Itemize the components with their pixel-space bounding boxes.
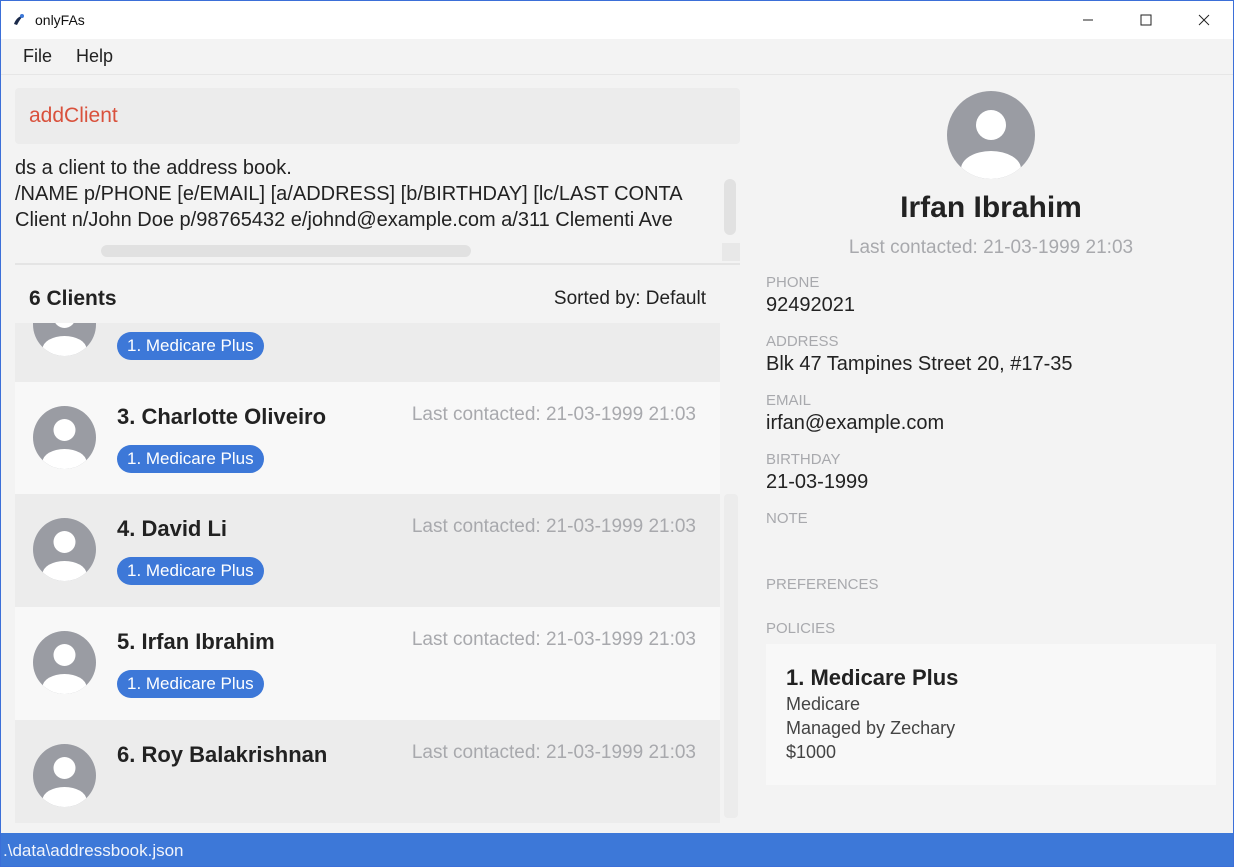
minimize-icon: [1083, 19, 1093, 21]
client-last-contacted: Last contacted: 21-03-1999 21:03: [411, 629, 696, 650]
result-line: Client n/John Doe p/98765432 e/johnd@exa…: [15, 209, 673, 231]
client-card[interactable]: 3. Charlotte Oliveiro Last contacted: 21…: [15, 382, 720, 495]
phone-value: 92492021: [766, 294, 855, 316]
client-list[interactable]: 1. Medicare Plus 3. Charlotte Oliveiro L…: [15, 323, 720, 823]
birthday-label: BIRTHDAY: [766, 451, 841, 468]
status-bar: .\data\addressbook.json: [1, 833, 1233, 866]
address-label: ADDRESS: [766, 333, 839, 350]
result-vertical-scrollbar[interactable]: [724, 179, 736, 235]
client-list-header: 6 Clients Sorted by: Default: [15, 277, 720, 321]
data-file-path: .\data\addressbook.json: [3, 840, 184, 860]
client-card[interactable]: 1. Medicare Plus: [15, 323, 720, 382]
app-logo-icon: [14, 14, 24, 25]
client-name: 4. David Li: [117, 516, 228, 541]
policy-tag: 1. Medicare Plus: [117, 670, 264, 698]
avatar: [33, 323, 96, 356]
client-card[interactable]: 6. Roy Balakrishnan Last contacted: 21-0…: [15, 720, 720, 823]
result-line: /NAME p/PHONE [e/EMAIL] [a/ADDRESS] [b/B…: [15, 183, 683, 205]
policy-card: 1. Medicare Plus Medicare Managed by Zec…: [766, 644, 1216, 785]
menu-file[interactable]: File: [23, 46, 52, 67]
close-icon: [1198, 14, 1210, 26]
address-value: Blk 47 Tampines Street 20, #17-35: [766, 353, 1073, 375]
detail-avatar: [947, 91, 1035, 179]
sort-indicator: Sorted by: Default: [553, 288, 706, 309]
app-window: onlyFAs File Help addClient ds a client …: [0, 0, 1234, 867]
avatar: [33, 406, 96, 469]
client-name: 5. Irfan Ibrahim: [117, 629, 275, 654]
scroll-corner: [722, 243, 740, 261]
command-text: addClient: [29, 104, 118, 127]
client-last-contacted: Last contacted: 21-03-1999 21:03: [411, 742, 696, 763]
user-icon: [42, 323, 87, 356]
result-display[interactable]: ds a client to the address book. /NAME p…: [15, 151, 740, 261]
client-name: 6. Roy Balakrishnan: [117, 742, 328, 767]
result-lines: ds a client to the address book. /NAME p…: [15, 155, 715, 233]
user-icon: [961, 110, 1021, 179]
client-card[interactable]: 5. Irfan Ibrahim Last contacted: 21-03-1…: [15, 607, 720, 720]
avatar: [33, 631, 96, 694]
note-label: NOTE: [766, 510, 808, 527]
birthday-value: 21-03-1999: [766, 471, 869, 493]
result-horizontal-scrollbar[interactable]: [101, 245, 471, 257]
maximize-icon: [1140, 14, 1152, 26]
email-value: irfan@example.com: [766, 412, 945, 434]
client-count: 6 Clients: [29, 287, 117, 310]
policies-label: POLICIES: [766, 620, 836, 637]
command-input[interactable]: addClient: [15, 88, 740, 144]
user-icon: [42, 531, 87, 581]
maximize-button[interactable]: [1117, 1, 1175, 39]
phone-label: PHONE: [766, 274, 820, 291]
detail-client-name: Irfan Ibrahim: [900, 191, 1082, 224]
window-controls: [1059, 1, 1233, 39]
policy-amount: $1000: [786, 742, 837, 762]
client-name: 3. Charlotte Oliveiro: [117, 404, 327, 429]
policy-title: 1. Medicare Plus: [786, 665, 959, 690]
minimize-button[interactable]: [1059, 1, 1117, 39]
close-button[interactable]: [1175, 1, 1233, 39]
policy-tag: 1. Medicare Plus: [117, 332, 264, 360]
menu-help[interactable]: Help: [76, 46, 113, 67]
client-last-contacted: Last contacted: 21-03-1999 21:03: [411, 516, 696, 537]
detail-last-contacted: Last contacted: 21-03-1999 21:03: [848, 237, 1134, 258]
policy-manager: Managed by Zechary: [786, 718, 956, 738]
divider: [15, 263, 740, 265]
email-label: EMAIL: [766, 392, 812, 409]
policy-tag: 1. Medicare Plus: [117, 557, 264, 585]
menu-bar: File Help: [1, 39, 1233, 75]
preferences-label: PREFERENCES: [766, 576, 879, 593]
title-bar: onlyFAs: [1, 1, 1233, 39]
client-card[interactable]: 4. David Li Last contacted: 21-03-1999 2…: [15, 494, 720, 607]
result-line: ds a client to the address book.: [15, 157, 292, 179]
user-icon: [42, 644, 87, 694]
window-title: onlyFAs: [35, 12, 85, 28]
client-last-contacted: Last contacted: 21-03-1999 21:03: [411, 404, 696, 425]
avatar: [33, 518, 96, 581]
avatar: [33, 744, 96, 807]
user-icon: [42, 757, 87, 807]
policy-type: Medicare: [786, 694, 861, 714]
client-list-scrollbar[interactable]: [724, 494, 738, 818]
policy-tag: 1. Medicare Plus: [117, 445, 264, 473]
user-icon: [42, 419, 87, 469]
